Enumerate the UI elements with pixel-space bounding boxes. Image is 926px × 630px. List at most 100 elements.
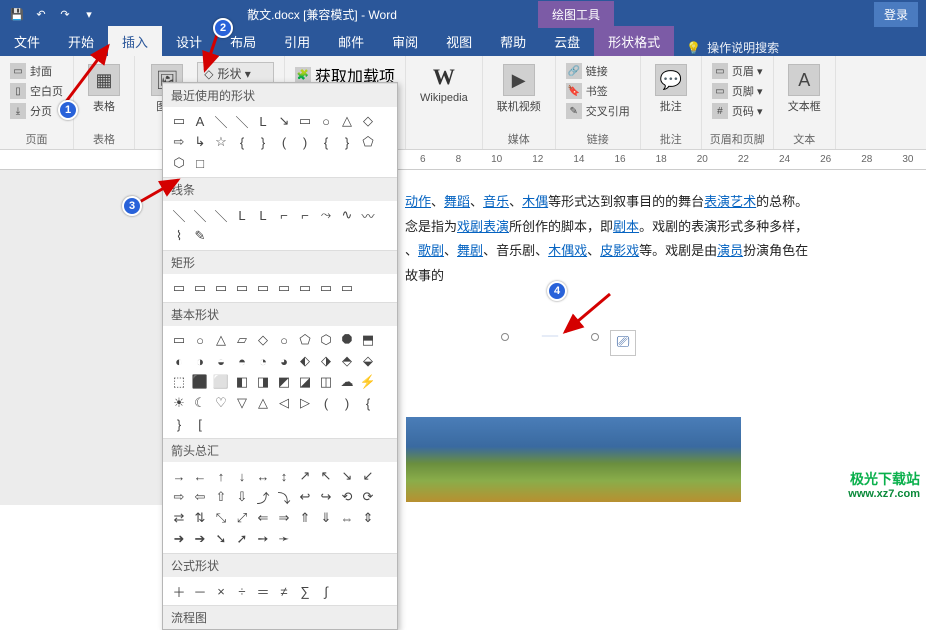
shape-option[interactable]: ↗ — [295, 466, 315, 486]
shape-option[interactable]: ⌐ — [295, 205, 315, 225]
shape-option[interactable]: ⇕ — [358, 508, 378, 528]
tab-review[interactable]: 审阅 — [378, 26, 432, 56]
link-dramaact[interactable]: 戏剧表演 — [457, 219, 509, 234]
shape-option[interactable]: 〰 — [358, 205, 378, 225]
shape-option[interactable]: ➙ — [253, 529, 273, 549]
link-button[interactable]: 🔗链接 — [564, 62, 610, 80]
link-action[interactable]: 动作 — [405, 194, 431, 209]
shape-option[interactable]: ⇨ — [169, 487, 189, 507]
shape-option[interactable]: ⬘ — [337, 351, 357, 371]
shape-option[interactable]: ▱ — [232, 330, 252, 350]
shape-option[interactable]: ⇩ — [232, 487, 252, 507]
link-script[interactable]: 剧本 — [613, 219, 639, 234]
shape-option[interactable]: { — [316, 132, 336, 152]
shape-option[interactable]: ＼ — [232, 111, 252, 131]
shape-option[interactable]: } — [169, 414, 189, 434]
link-muppet[interactable]: 木偶戏 — [548, 243, 587, 258]
shape-option[interactable]: ↘ — [337, 466, 357, 486]
tab-shape-format[interactable]: 形状格式 — [594, 26, 674, 56]
shape-option[interactable]: △ — [337, 111, 357, 131]
shape-option[interactable]: ⬗ — [316, 351, 336, 371]
shape-option[interactable]: ◁ — [274, 393, 294, 413]
shape-option[interactable]: ◧ — [232, 372, 252, 392]
shape-option[interactable]: ⬡ — [316, 330, 336, 350]
shape-option[interactable]: ⌇ — [169, 226, 189, 246]
shape-option[interactable]: A — [190, 111, 210, 131]
shape-option[interactable]: ＼ — [211, 205, 231, 225]
shape-option[interactable]: ▽ — [232, 393, 252, 413]
shape-option[interactable]: ◓ — [232, 351, 252, 371]
shape-option[interactable]: ✎ — [190, 226, 210, 246]
shape-option[interactable]: ◇ — [253, 330, 273, 350]
pagenum-button[interactable]: #页码 ▾ — [710, 102, 765, 120]
shape-option[interactable]: L — [253, 111, 273, 131]
crossref-button[interactable]: ✎交叉引用 — [564, 102, 632, 120]
shape-option[interactable]: ▭ — [295, 278, 315, 298]
link-puppet[interactable]: 木偶 — [522, 194, 548, 209]
shape-option[interactable]: ⬚ — [169, 372, 189, 392]
shape-option[interactable]: ▭ — [232, 278, 252, 298]
shape-option[interactable]: ↕ — [274, 466, 294, 486]
shape-option[interactable]: ☆ — [211, 132, 231, 152]
shape-option[interactable]: ← — [190, 466, 210, 486]
shape-option[interactable]: ↑ — [211, 466, 231, 486]
shape-option[interactable]: ◐ — [169, 351, 189, 371]
tab-references[interactable]: 引用 — [270, 26, 324, 56]
link-opera[interactable]: 歌剧 — [418, 243, 444, 258]
shape-option[interactable]: ( — [316, 393, 336, 413]
shape-option[interactable]: △ — [253, 393, 273, 413]
online-video-button[interactable]: ▶联机视频 — [491, 62, 547, 116]
shape-option[interactable]: { — [232, 132, 252, 152]
footer-button[interactable]: ▭页脚 ▾ — [710, 82, 765, 100]
shape-option[interactable]: ▭ — [169, 278, 189, 298]
shape-option[interactable]: ⤳ — [316, 205, 336, 225]
shape-option[interactable]: L — [253, 205, 273, 225]
shape-option[interactable]: ▭ — [190, 278, 210, 298]
shape-option[interactable]: L — [232, 205, 252, 225]
shape-option[interactable]: ⚡ — [358, 372, 378, 392]
shape-option[interactable]: ⟳ — [358, 487, 378, 507]
shape-option[interactable]: ) — [295, 132, 315, 152]
shape-option[interactable]: ＝ — [253, 581, 273, 601]
shape-option[interactable]: ○ — [274, 330, 294, 350]
shape-option[interactable]: ☁ — [337, 372, 357, 392]
shape-option[interactable]: ⇅ — [190, 508, 210, 528]
shape-option[interactable]: ⤢ — [232, 508, 252, 528]
shape-option[interactable]: □ — [190, 153, 210, 173]
shape-option[interactable]: ⇐ — [253, 508, 273, 528]
shape-option[interactable]: ◨ — [253, 372, 273, 392]
shape-option[interactable]: ↙ — [358, 466, 378, 486]
tab-view[interactable]: 视图 — [432, 26, 486, 56]
shape-option[interactable]: ⬠ — [295, 330, 315, 350]
shape-option[interactable]: ◪ — [295, 372, 315, 392]
redo-icon[interactable]: ↷ — [56, 5, 74, 23]
shape-option[interactable]: ↖ — [316, 466, 336, 486]
shape-option[interactable]: × — [211, 581, 231, 601]
shape-option[interactable]: ➛ — [274, 529, 294, 549]
document-image[interactable] — [406, 417, 741, 502]
shape-option[interactable]: ◑ — [190, 351, 210, 371]
shape-option[interactable]: ⇑ — [295, 508, 315, 528]
shape-option[interactable]: ＼ — [211, 111, 231, 131]
shape-option[interactable]: ◔ — [253, 351, 273, 371]
shape-option[interactable]: ＼ — [190, 205, 210, 225]
shape-option[interactable]: ↘ — [274, 111, 294, 131]
shape-option[interactable]: ) — [337, 393, 357, 413]
shape-option[interactable]: △ — [211, 330, 231, 350]
shape-option[interactable]: ☾ — [190, 393, 210, 413]
shape-option[interactable]: ◒ — [211, 351, 231, 371]
shape-option[interactable]: ⤡ — [211, 508, 231, 528]
shape-option[interactable]: ◩ — [274, 372, 294, 392]
shape-option[interactable]: ∫ — [316, 581, 336, 601]
shape-option[interactable]: ⯃ — [337, 330, 357, 350]
textbox-button[interactable]: A文本框 — [782, 62, 827, 116]
shape-option[interactable]: ↔ — [253, 466, 273, 486]
shape-option[interactable]: ⇔ — [337, 508, 357, 528]
tab-help[interactable]: 帮助 — [486, 26, 540, 56]
shape-option[interactable]: ▭ — [316, 278, 336, 298]
shape-option[interactable]: ( — [274, 132, 294, 152]
shape-option[interactable]: ▭ — [169, 111, 189, 131]
wikipedia-button[interactable]: WWikipedia — [414, 62, 474, 106]
shape-option[interactable]: ↪ — [316, 487, 336, 507]
shape-option[interactable]: } — [253, 132, 273, 152]
